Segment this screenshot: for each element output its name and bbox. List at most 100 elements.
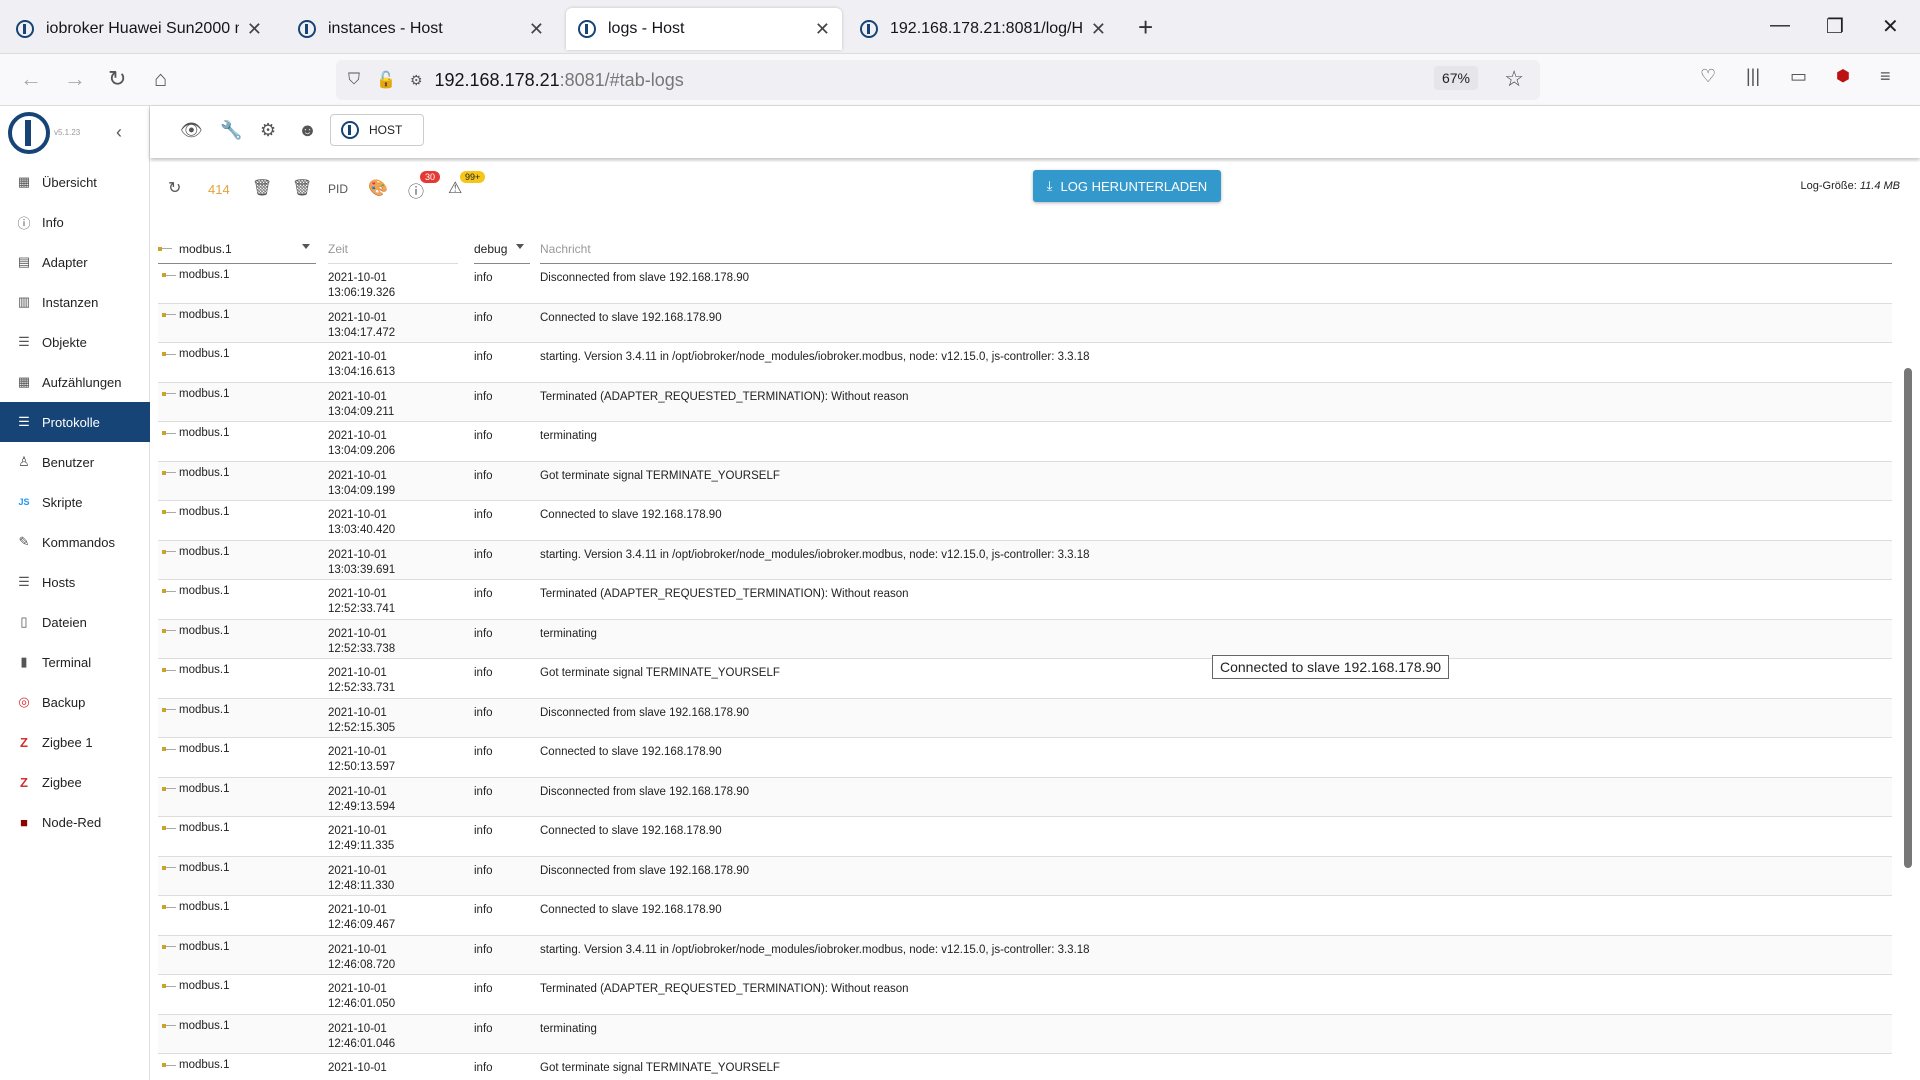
eye-icon[interactable]: 👁	[180, 120, 203, 141]
pocket-icon[interactable]: ♡	[1700, 66, 1716, 87]
new-tab-icon[interactable]: +	[1138, 12, 1153, 43]
log-source: modbus.1	[162, 348, 230, 360]
log-row[interactable]: modbus.1 2021-10-01 12:52:15.305 info Discon…	[158, 698, 1892, 738]
close-tab-icon[interactable]: ✕	[815, 19, 830, 40]
zigbee-icon: Z	[20, 774, 28, 790]
window-close-icon[interactable]: ✕	[1882, 14, 1899, 39]
zoom-level[interactable]: 67%	[1433, 66, 1478, 90]
sidebar-item-instanzen[interactable]: ▥ Instanzen	[0, 282, 150, 322]
log-row[interactable]: modbus.1 2021-10-01 12:46:01.050 info Termin…	[158, 975, 1892, 1015]
error-filter-icon[interactable]: ⓘ 30	[408, 171, 441, 202]
log-row[interactable]: modbus.1 2021-10-01 13:04:17.472 info Connec…	[158, 303, 1892, 343]
menu-icon[interactable]: ≡	[1880, 66, 1891, 87]
forward-icon[interactable]: →	[64, 66, 86, 92]
log-source-text: modbus.1	[179, 427, 230, 439]
bookmark-star-icon[interactable]: ☆	[1504, 66, 1524, 92]
log-row[interactable]: modbus.1 2021-10-01 13:06:19.326 info Discon…	[158, 264, 1892, 304]
modbus-adapter-icon	[162, 273, 176, 277]
source-filter-value: modbus.1	[179, 241, 232, 256]
browser-tab[interactable]: 192.168.178.21:8081/log/Host/f ✕	[848, 8, 1118, 50]
log-row[interactable]: modbus.1 2021-10-01 info Got terminate sign…	[158, 1054, 1892, 1078]
gear-icon[interactable]: ⚙	[260, 120, 276, 141]
home-icon[interactable]: ⌂	[154, 66, 167, 92]
ublock-icon[interactable]: ⬢	[1836, 66, 1850, 86]
browser-tab[interactable]: iobroker Huawei Sun2000 modu ✕	[4, 8, 274, 50]
sidebar-item-objekte[interactable]: ☰ Objekte	[0, 322, 150, 362]
close-tab-icon[interactable]: ✕	[1091, 19, 1106, 40]
shield-icon: ⛉	[348, 71, 361, 88]
sidebar-item-dateien[interactable]: ▯ Dateien	[0, 602, 150, 642]
download-log-button[interactable]: ⤓ LOG HERUNTERLADEN	[1033, 170, 1221, 202]
sidebar-item-zigbee-1[interactable]: Z Zigbee 1	[0, 722, 150, 762]
sidebar-item-adapter[interactable]: ▤ Adapter	[0, 242, 150, 282]
browser-tab[interactable]: instances - Host ✕	[286, 8, 556, 50]
log-row[interactable]: modbus.1 2021-10-01 12:50:13.597 info Connec…	[158, 738, 1892, 778]
refresh-icon[interactable]: ↻	[168, 178, 181, 198]
expert-mode-icon[interactable]: ☻	[298, 120, 317, 141]
browser-tab-active[interactable]: logs - Host ✕	[566, 8, 842, 50]
sidebar-item-backup[interactable]: ◎ Backup	[0, 682, 150, 722]
log-row[interactable]: modbus.1 2021-10-01 12:46:01.046 info termin…	[158, 1014, 1892, 1054]
sidebar-item-zigbee[interactable]: Z Zigbee	[0, 762, 150, 802]
sidebar-item-hosts[interactable]: ☰ Hosts	[0, 562, 150, 602]
palette-icon[interactable]: 🎨	[368, 178, 388, 198]
sidebar-item-kommandos[interactable]: ✎ Kommandos	[0, 522, 150, 562]
close-tab-icon[interactable]: ✕	[529, 19, 544, 40]
log-row[interactable]: modbus.1 2021-10-01 12:48:11.330 info Discon…	[158, 856, 1892, 896]
log-row[interactable]: modbus.1 2021-10-01 13:04:09.211 info Termin…	[158, 382, 1892, 422]
sidebar-item-protokolle[interactable]: ☰ Protokolle	[0, 402, 150, 442]
minimize-icon[interactable]: —	[1770, 14, 1790, 37]
host-icon	[341, 121, 359, 139]
pid-toggle[interactable]: PID	[328, 182, 348, 196]
log-severity: info	[474, 390, 493, 403]
level-filter-select[interactable]: debug	[474, 234, 530, 264]
sidebar-item-skripte[interactable]: JS Skripte	[0, 482, 150, 522]
back-icon[interactable]: ←	[20, 66, 42, 92]
log-timestamp: 2021-10-01 13:04:09.199	[328, 469, 395, 499]
url-bar[interactable]: ⛉ 🔓 ⚙ 192.168.178.21 :8081/#tab-logs 67%…	[336, 60, 1540, 100]
log-row[interactable]: modbus.1 2021-10-01 12:49:13.594 info Discon…	[158, 777, 1892, 817]
sidebar-icon[interactable]: ▭	[1790, 66, 1807, 87]
log-date: 2021-10-01	[328, 272, 387, 284]
log-source-text: modbus.1	[179, 861, 230, 874]
log-source: modbus.1	[162, 427, 230, 439]
close-tab-icon[interactable]: ✕	[247, 19, 262, 40]
sidebar-item-benutzer[interactable]: ♙ Benutzer	[0, 442, 150, 482]
delete-all-icon[interactable]: 🗑	[292, 178, 312, 198]
message-filter-input[interactable]: Nachricht	[540, 234, 1892, 264]
url-host: 192.168.178.21	[434, 69, 560, 90]
wrench-icon[interactable]: 🔧	[220, 120, 242, 141]
reload-icon[interactable]: ↻	[108, 66, 126, 92]
log-row[interactable]: modbus.1 2021-10-01 12:52:33.731 info Got te…	[158, 659, 1892, 699]
sidebar-item-aufzählungen[interactable]: ▦ Aufzählungen	[0, 362, 150, 402]
scrollbar[interactable]	[1904, 368, 1912, 868]
log-icon: ☰	[18, 414, 30, 429]
log-row[interactable]: modbus.1 2021-10-01 13:03:40.420 info Connec…	[158, 501, 1892, 541]
delete-icon[interactable]: 🗑	[252, 178, 272, 198]
library-icon[interactable]: |||	[1746, 66, 1760, 87]
warning-filter-icon[interactable]: ⚠ 99+	[448, 171, 486, 198]
log-row[interactable]: modbus.1 2021-10-01 13:04:09.199 info Got te…	[158, 461, 1892, 501]
sidebar-item-label: Objekte	[42, 334, 87, 350]
log-severity: info	[474, 1022, 493, 1035]
restore-icon[interactable]: ❐	[1826, 14, 1844, 39]
log-time: 12:46:08.720	[328, 958, 396, 971]
log-row[interactable]: modbus.1 2021-10-01 12:46:09.467 info Connec…	[158, 896, 1892, 936]
host-button[interactable]: HOST	[330, 114, 424, 146]
sidebar-item-node-red[interactable]: ■ Node-Red	[0, 802, 150, 842]
log-row[interactable]: modbus.1 2021-10-01 13:04:16.613 info starti…	[158, 343, 1892, 383]
log-row[interactable]: modbus.1 2021-10-01 12:49:11.335 info Connec…	[158, 817, 1892, 857]
tab-title: instances - Host	[328, 20, 443, 37]
log-row[interactable]: modbus.1 2021-10-01 12:52:33.741 info Termin…	[158, 580, 1892, 620]
sidebar-item-terminal[interactable]: ▮ Terminal	[0, 642, 150, 682]
collapse-sidebar-icon[interactable]: ‹	[116, 122, 122, 143]
log-message: starting. Version 3.4.11 in /opt/iobroke…	[540, 548, 1090, 561]
log-row[interactable]: modbus.1 2021-10-01 12:52:33.738 info termin…	[158, 619, 1892, 659]
log-source: modbus.1	[162, 625, 230, 637]
log-row[interactable]: modbus.1 2021-10-01 13:03:39.691 info starti…	[158, 540, 1892, 580]
log-row[interactable]: modbus.1 2021-10-01 13:04:09.206 info termin…	[158, 422, 1892, 462]
log-row[interactable]: modbus.1 2021-10-01 12:46:08.720 info starti…	[158, 935, 1892, 975]
sidebar-item-info[interactable]: ⓘ Info	[0, 202, 150, 242]
sidebar-item-übersicht[interactable]: ▦ Übersicht	[0, 162, 150, 202]
source-filter-select[interactable]: modbus.1	[158, 234, 316, 264]
